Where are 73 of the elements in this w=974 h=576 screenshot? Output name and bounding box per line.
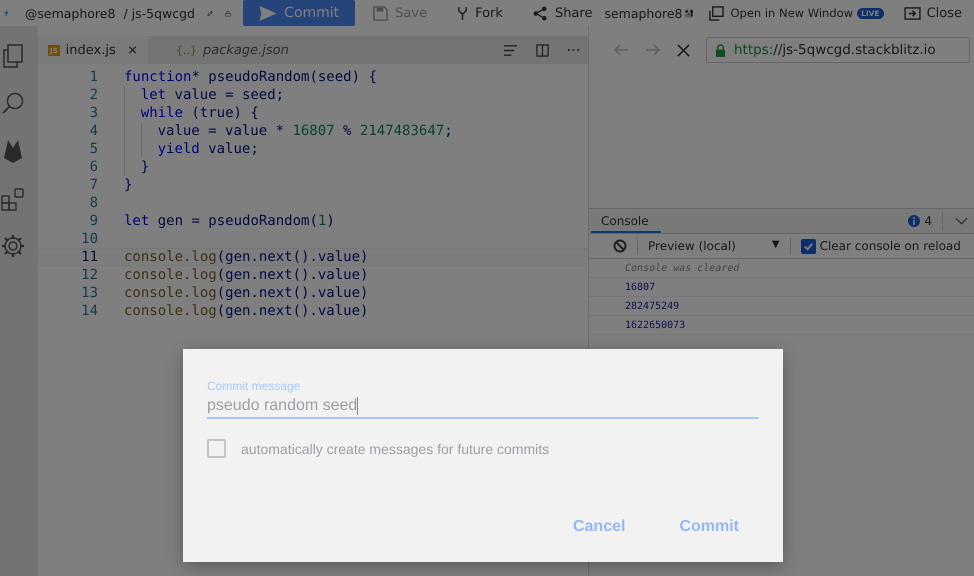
windows-icon (709, 6, 724, 20)
clear-icon[interactable] (613, 239, 627, 253)
line-number: 8 (88, 195, 98, 211)
code-line: let value = seed; (140, 87, 284, 103)
line-number: 13 (80, 285, 98, 301)
code-line: console.log(gen.next().value) (124, 249, 368, 265)
line-number: 11 (80, 249, 98, 265)
chevron-icon[interactable] (955, 217, 968, 225)
line-number: 6 (88, 159, 98, 175)
send-icon (259, 6, 278, 20)
checkbox[interactable] (800, 238, 816, 254)
commit-message-field[interactable]: Commit message pseudo random seed (207, 379, 759, 419)
line-number: 5 (88, 141, 98, 157)
code-line: function* pseudoRandom(seed) { (124, 69, 377, 85)
console-output: 16807 (625, 282, 656, 292)
console-output: 1622650073 (625, 320, 686, 330)
files-icon[interactable] (2, 44, 24, 68)
field-value: pseudo random seed (207, 397, 360, 415)
extensions-icon[interactable] (1, 187, 25, 211)
line-number: 12 (80, 267, 98, 283)
code-line: console.log(gen.next().value) (124, 267, 368, 283)
search-icon[interactable] (1, 91, 25, 115)
line-number: 14 (80, 303, 98, 319)
code-line: console.log(gen.next().value) (124, 285, 368, 301)
more-icon[interactable] (567, 48, 580, 52)
tab-label: index.js (66, 42, 116, 58)
user-name[interactable]: @semaphore8 (24, 6, 116, 20)
message-count: 4 (924, 214, 932, 228)
tab-label: package.json (203, 42, 289, 58)
close-icon[interactable]: × (127, 42, 138, 58)
flame-icon[interactable] (2, 138, 24, 164)
exit-icon (904, 6, 921, 20)
commit-button[interactable]: Commit (243, 0, 356, 26)
checkbox-label: Clear console on reload (820, 239, 961, 253)
code-line: value = value * 16807 % 2147483647; (158, 123, 453, 139)
code-line: let gen = pseudoRandom(1) (124, 213, 335, 229)
share-button[interactable]: Share (520, 0, 604, 26)
line-number: 7 (88, 177, 98, 193)
account-name[interactable]: semaphore8 (604, 6, 683, 20)
console-output: 282475249 (625, 300, 680, 312)
code-line: } (140, 159, 150, 175)
code-line: console.log(gen.next().value) (124, 303, 368, 319)
settings-icon[interactable] (1, 234, 25, 258)
close-button[interactable]: Close (904, 6, 962, 20)
info-icon (908, 215, 920, 227)
code-line: yield value; (158, 141, 259, 157)
checkbox-label: automatically create messages for future commits (241, 440, 550, 456)
line-number: 9 (88, 213, 98, 229)
lock-icon (715, 44, 726, 56)
fork-button[interactable]: Fork (445, 0, 515, 26)
check-icon (802, 240, 814, 252)
checkbox[interactable] (207, 439, 226, 458)
open-window-button[interactable]: Open in New Window (709, 6, 854, 20)
field-label: Commit message (207, 379, 302, 393)
code-line: while (true) { (140, 105, 259, 121)
context-dropdown[interactable]: Preview (local) ▼ (648, 239, 780, 253)
line-number: 2 (88, 87, 98, 103)
split-icon[interactable] (536, 44, 549, 56)
fork-icon (457, 6, 468, 20)
url-field[interactable]: https://js-5qwcgd.stackblitz.io (706, 37, 970, 63)
code-line: } (124, 177, 132, 193)
editor-tab[interactable]: {..} package.json (166, 36, 299, 64)
lines-icon[interactable] (503, 44, 518, 56)
share-icon (532, 6, 548, 20)
line-number: 3 (88, 105, 98, 121)
console-tab[interactable]: Console (591, 209, 661, 233)
line-number: 10 (80, 231, 98, 247)
line-number: 4 (88, 123, 98, 139)
console-notice: Console was cleared (625, 262, 740, 274)
close-icon[interactable] (677, 44, 690, 56)
project-name[interactable]: / js-5qwcgd (123, 6, 195, 20)
json-file-icon: {..} (176, 44, 197, 56)
line-number: 1 (88, 69, 98, 85)
